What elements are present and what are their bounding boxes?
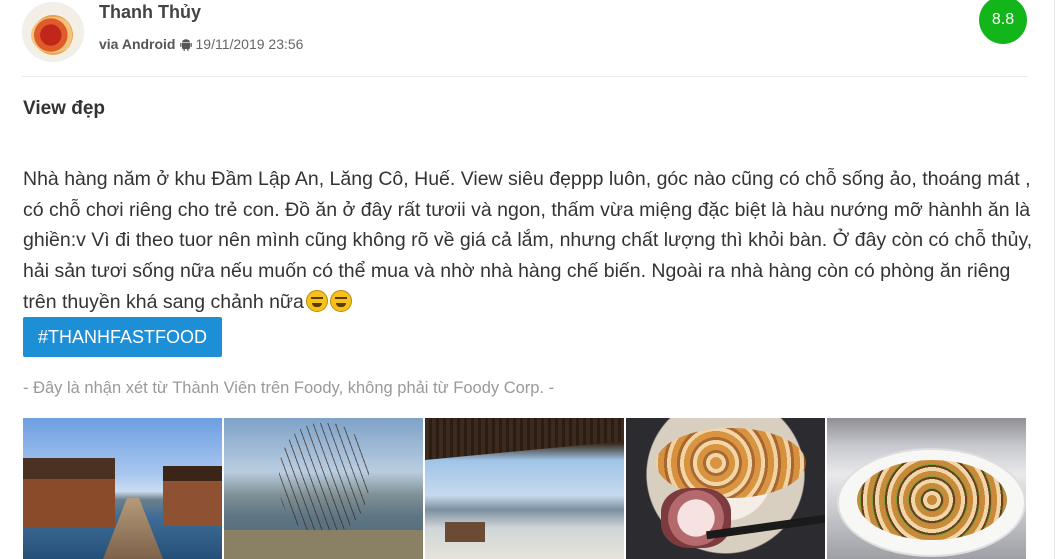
header-divider (22, 76, 1028, 77)
octopus-shape (661, 488, 731, 548)
user-name[interactable]: Thanh Thủy (99, 2, 201, 23)
post-timestamp: 19/11/2019 23:56 (195, 36, 304, 52)
clams-plate-photo[interactable] (827, 418, 1026, 559)
review-title[interactable]: View đẹp (23, 98, 105, 120)
laughing-emoji-icon (329, 289, 352, 312)
lake-tree-photo[interactable] (224, 418, 423, 559)
lake-view-photo[interactable] (425, 418, 624, 559)
food-avatar-image (31, 17, 75, 53)
roof-shape (425, 418, 624, 460)
review-card: Thanh Thủy via Android 19/11/2019 23:56 … (0, 0, 1055, 559)
food-shape (656, 428, 806, 498)
ground-shape (224, 530, 423, 559)
review-body: Nhà hàng năm ở khu Đầm Lập An, Lăng Cô, … (23, 164, 1033, 318)
review-text: Nhà hàng năm ở khu Đầm Lập An, Lăng Cô, … (23, 168, 1033, 313)
seafood-octopus-photo[interactable] (626, 418, 825, 559)
laughing-emoji-icon (305, 289, 328, 312)
review-photos (23, 418, 1028, 559)
lake-huts-photo[interactable] (23, 418, 222, 559)
user-avatar[interactable] (22, 2, 84, 62)
review-score-badge: 8.8 (979, 0, 1027, 44)
hut-shape (445, 522, 485, 542)
post-meta: via Android 19/11/2019 23:56 (99, 36, 303, 52)
review-disclaimer: - Đây là nhận xét từ Thành Viên trên Foo… (23, 379, 555, 397)
hashtag-button[interactable]: #THANHFASTFOOD (23, 317, 222, 357)
food-shape (857, 460, 1007, 540)
hut-shape (23, 458, 115, 528)
hut-shape (163, 466, 222, 526)
via-platform: via Android (99, 36, 176, 52)
android-icon (179, 38, 192, 51)
tree-shape (279, 423, 369, 533)
